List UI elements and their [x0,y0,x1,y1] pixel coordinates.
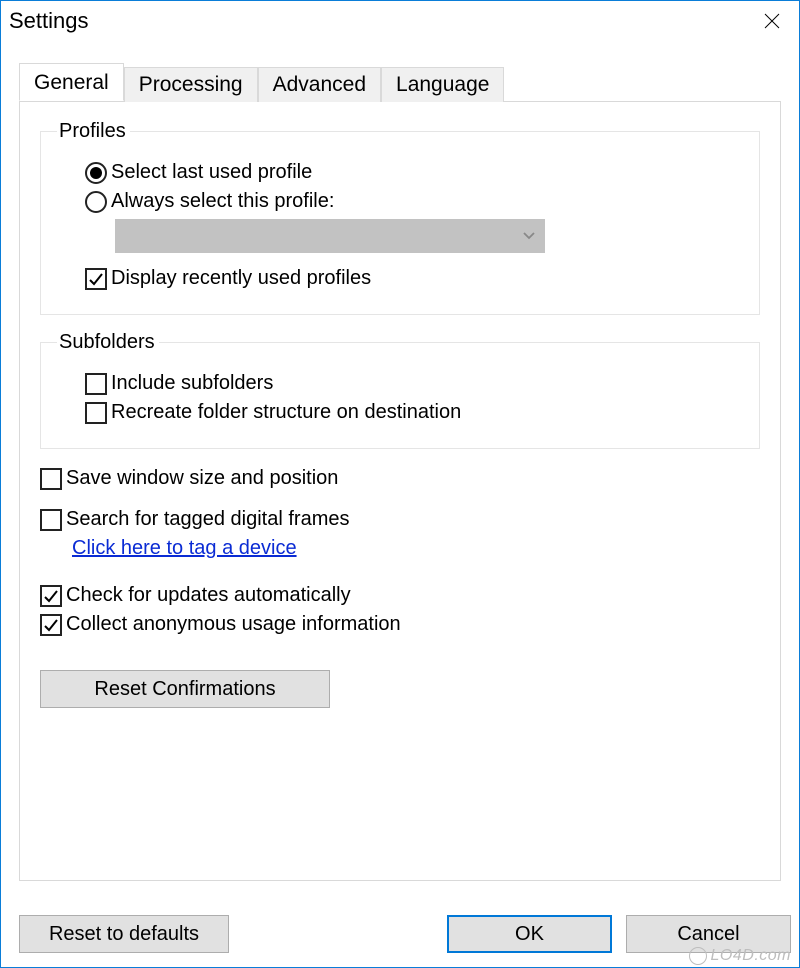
tab-language[interactable]: Language [381,67,504,102]
profiles-legend: Profiles [57,120,130,143]
titlebar: Settings [1,1,799,41]
row-include-subfolders: Include subfolders [57,372,743,395]
check-display-recent[interactable] [85,268,107,290]
chevron-down-icon [523,232,535,240]
check-recreate-structure[interactable] [85,402,107,424]
row-radio-last: Select last used profile [57,161,743,184]
check-save-window-label: Save window size and position [66,467,338,490]
row-check-updates: Check for updates automatically [40,584,760,607]
check-include-subfolders[interactable] [85,373,107,395]
check-updates[interactable] [40,585,62,607]
radio-select-last-label: Select last used profile [111,161,312,184]
tab-processing[interactable]: Processing [124,67,258,102]
subfolders-group: Subfolders Include subfolders Recreate f… [40,331,760,449]
dialog-body: General Processing Advanced Language Pro… [1,41,799,881]
reset-defaults-button[interactable]: Reset to defaults [19,915,229,953]
window-title: Settings [9,8,89,34]
row-recreate-structure: Recreate folder structure on destination [57,401,743,424]
check-search-frames-label: Search for tagged digital frames [66,508,350,531]
tab-strip: General Processing Advanced Language [19,61,781,101]
check-save-window[interactable] [40,468,62,490]
link-tag-device[interactable]: Click here to tag a device [72,537,297,560]
row-tag-link: Click here to tag a device [40,537,760,560]
check-collect-usage[interactable] [40,614,62,636]
check-display-recent-label: Display recently used profiles [111,267,371,290]
profiles-group: Profiles Select last used profile Always… [40,120,760,315]
tab-pane-general: Profiles Select last used profile Always… [19,101,781,881]
reset-confirmations-button[interactable]: Reset Confirmations [40,670,330,708]
close-button[interactable] [745,1,799,41]
settings-window: Settings General Processing Advanced Lan… [0,0,800,968]
radio-select-last[interactable] [85,162,107,184]
check-updates-label: Check for updates automatically [66,584,351,607]
row-profile-combo [57,219,743,253]
check-collect-usage-label: Collect anonymous usage information [66,613,401,636]
row-display-recent: Display recently used profiles [57,267,743,290]
profile-combo[interactable] [115,219,545,253]
subfolders-legend: Subfolders [57,331,159,354]
close-icon [764,13,780,29]
row-save-window: Save window size and position [40,467,760,490]
radio-select-always-label: Always select this profile: [111,190,334,213]
check-include-subfolders-label: Include subfolders [111,372,273,395]
row-radio-always: Always select this profile: [57,190,743,213]
row-collect-usage: Collect anonymous usage information [40,613,760,636]
cancel-button[interactable]: Cancel [626,915,791,953]
dialog-footer: Reset to defaults OK Cancel [1,901,799,967]
ok-button[interactable]: OK [447,915,612,953]
check-search-frames[interactable] [40,509,62,531]
row-search-frames: Search for tagged digital frames [40,508,760,531]
tab-general[interactable]: General [19,63,124,101]
check-recreate-structure-label: Recreate folder structure on destination [111,401,461,424]
radio-select-always[interactable] [85,191,107,213]
tab-advanced[interactable]: Advanced [258,67,381,102]
